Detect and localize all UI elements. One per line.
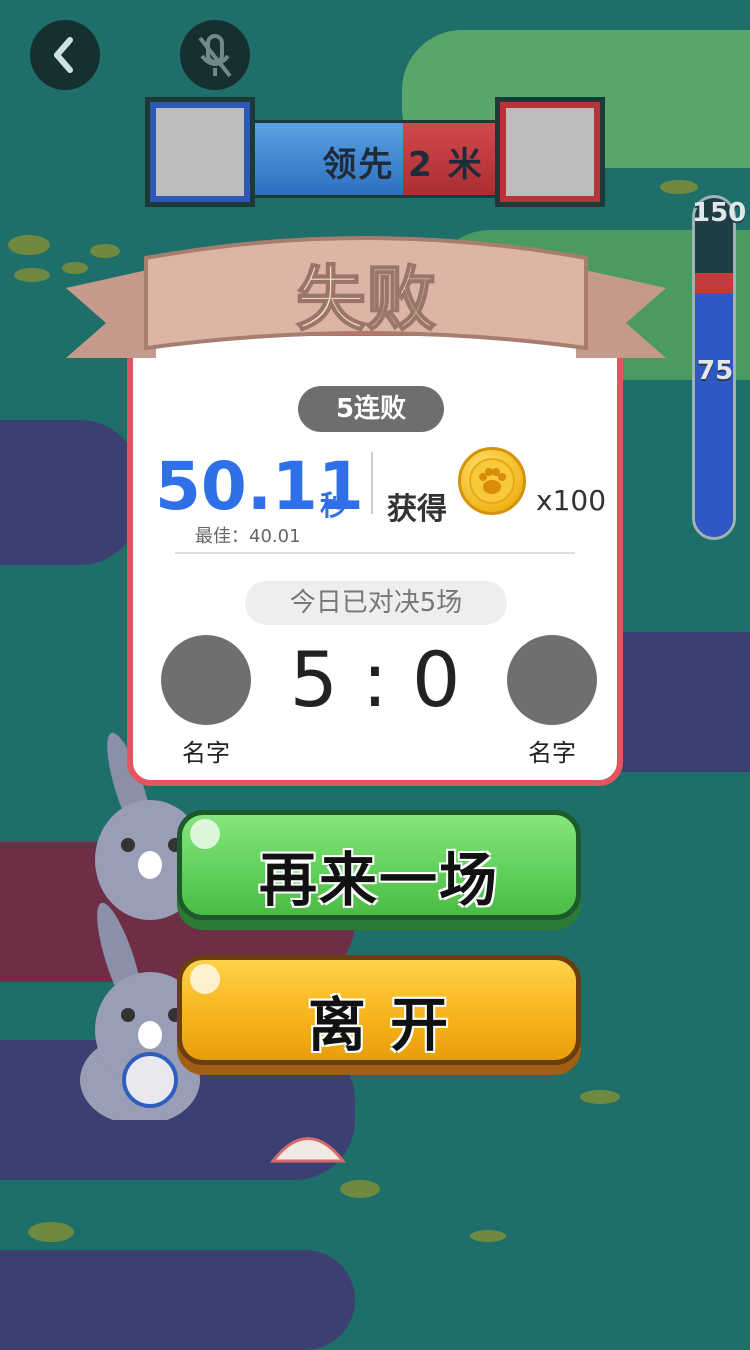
chevron-left-icon bbox=[54, 37, 73, 73]
match-score: 5 : 0 bbox=[289, 635, 461, 724]
right-player-avatar bbox=[500, 102, 600, 202]
divider bbox=[175, 552, 575, 554]
lane-left-1 bbox=[0, 420, 140, 565]
left-player-name: 名字 bbox=[182, 739, 230, 767]
meter-opponent-marker bbox=[695, 273, 733, 293]
lily-pad bbox=[660, 180, 698, 194]
lane-left-4 bbox=[0, 1250, 355, 1350]
earn-label: 获得 bbox=[387, 492, 447, 527]
loss-streak-badge: 5连败 bbox=[298, 386, 444, 432]
lily-pad bbox=[340, 1180, 380, 1198]
divider bbox=[371, 452, 373, 514]
mic-off-icon bbox=[198, 34, 232, 78]
lily-pad bbox=[470, 1230, 506, 1242]
meter-mid-label: 75 bbox=[697, 356, 734, 386]
meter-max-label: 150 bbox=[692, 198, 747, 228]
right-player-name: 名字 bbox=[528, 739, 576, 767]
right-player-avatar-circle bbox=[507, 635, 597, 725]
play-again-button[interactable]: 再来一场 bbox=[177, 810, 581, 920]
left-player-avatar bbox=[150, 102, 250, 202]
left-player-avatar-circle bbox=[161, 635, 251, 725]
lily-pad bbox=[580, 1090, 620, 1104]
result-title: 失败 bbox=[296, 258, 436, 340]
play-again-label: 再来一场 bbox=[258, 846, 499, 914]
shell-decoration bbox=[269, 1137, 347, 1163]
lily-pad bbox=[14, 268, 50, 282]
lead-scorebar: 领先 2 米 bbox=[150, 102, 600, 208]
meter-fill bbox=[695, 293, 733, 537]
lily-pad bbox=[8, 235, 50, 255]
button-shine bbox=[190, 964, 220, 994]
best-time: 最佳：40.01 bbox=[195, 526, 301, 547]
today-matches: 今日已对决5场 bbox=[245, 581, 507, 625]
leave-label: 离 开 bbox=[307, 991, 451, 1059]
lily-pad bbox=[28, 1222, 74, 1242]
leave-button[interactable]: 离 开 bbox=[177, 955, 581, 1065]
back-button[interactable] bbox=[30, 20, 100, 90]
button-shine bbox=[190, 819, 220, 849]
paw-coin-icon bbox=[458, 447, 526, 515]
time-unit: 秒 bbox=[320, 489, 349, 522]
mute-mic-button[interactable] bbox=[180, 20, 250, 90]
earn-amount: x100 bbox=[536, 484, 607, 517]
result-ribbon: 失败 bbox=[66, 236, 666, 358]
